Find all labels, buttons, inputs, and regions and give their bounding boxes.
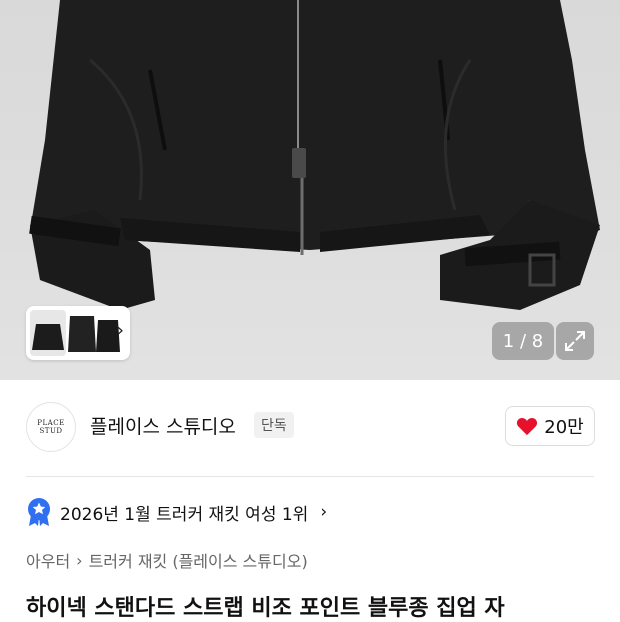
product-image-gallery[interactable]: › 1 / 8 (0, 0, 620, 380)
like-button[interactable]: 20만 (505, 406, 595, 446)
expand-button[interactable] (556, 322, 594, 360)
chevron-right-icon: › (320, 502, 328, 522)
brand-logo[interactable]: PLACE STUD (26, 402, 76, 452)
breadcrumb-subcategory[interactable]: 트러커 재킷 (플레이스 스튜디오) (89, 548, 308, 572)
expand-icon (565, 331, 585, 351)
brand-logo-line2: STUD (39, 427, 63, 435)
brand-logo-line1: PLACE (37, 419, 65, 427)
image-counter: 1 / 8 (492, 322, 554, 360)
thumbnail-strip[interactable]: › (26, 306, 130, 360)
ranking-text: 2026년 1월 트러커 재킷 여성 1위 (60, 504, 309, 525)
divider (26, 476, 594, 477)
chevron-right-icon[interactable]: › (117, 320, 124, 341)
breadcrumb: 아우터 › 트러커 재킷 (플레이스 스튜디오) (26, 548, 308, 572)
breadcrumb-separator-icon: › (76, 550, 83, 570)
brand-row: PLACE STUD 플레이스 스튜디오 단독 20만 (0, 398, 620, 458)
ranking-badge-icon (28, 498, 50, 526)
thumbnail-images (30, 310, 120, 356)
heart-icon (517, 418, 538, 436)
like-count: 20만 (544, 417, 584, 438)
breadcrumb-category[interactable]: 아우터 (26, 548, 70, 572)
exclusive-badge: 단독 (254, 412, 294, 438)
brand-name[interactable]: 플레이스 스튜디오 (90, 412, 236, 439)
product-title: 하이넥 스탠다드 스트랩 비조 포인트 블루종 집업 자 (26, 596, 505, 621)
ranking-link[interactable]: 2026년 1월 트러커 재킷 여성 1위 › (26, 496, 327, 528)
